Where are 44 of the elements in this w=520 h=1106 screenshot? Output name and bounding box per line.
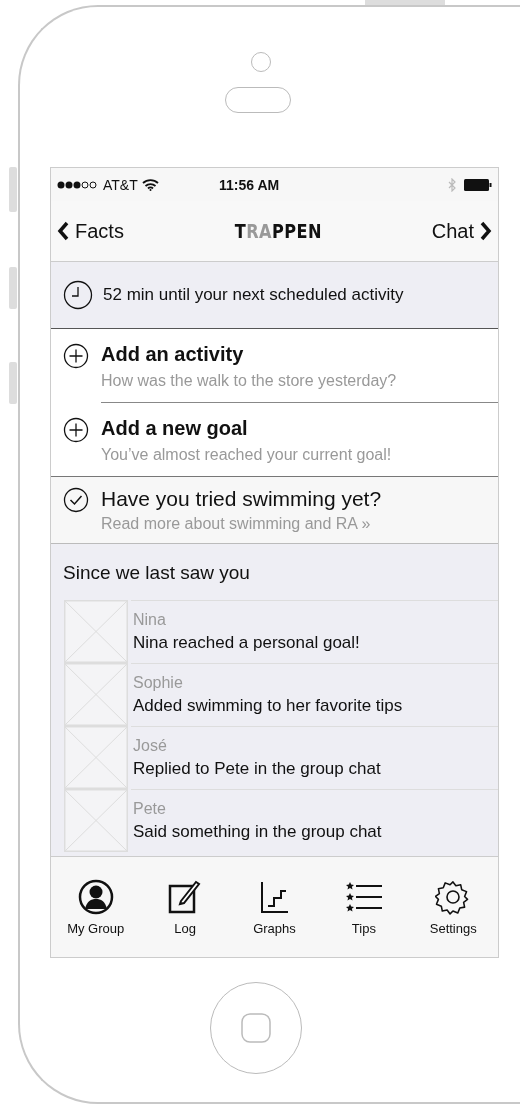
image-placeholder	[64, 789, 128, 852]
image-placeholder	[64, 663, 128, 726]
tab-item[interactable]: My Group	[55, 878, 136, 936]
tab-item[interactable]: Tips	[323, 878, 404, 936]
chat-button[interactable]: Chat	[431, 219, 492, 243]
row-subtitle: You’ve almost reached your current goal!	[101, 446, 393, 464]
tab-item[interactable]: Log	[145, 878, 226, 936]
activity-text: Nina reached a personal goal!	[133, 633, 361, 653]
person-name: Sophie	[133, 674, 184, 692]
person-name: José	[133, 737, 168, 755]
row-title: Add a new goal	[101, 417, 249, 440]
tab-item[interactable]: Settings	[413, 878, 494, 936]
square-icon	[241, 1013, 271, 1043]
row-title: Add an activity	[101, 343, 245, 366]
tip-row[interactable]: Have you tried swimming yet? Read more about swimming and RA »	[51, 476, 498, 544]
chevron-right-icon	[480, 221, 492, 241]
carrier-name: AT&T	[103, 176, 138, 193]
person-name: Nina	[133, 611, 167, 629]
chevron-left-icon	[57, 221, 69, 241]
app-logo: TRAPPEN	[234, 220, 322, 242]
activity-text: Replied to Pete in the group chat	[133, 759, 382, 779]
clock-icon	[63, 280, 93, 310]
section-title: Since we last saw you	[62, 561, 251, 585]
row-subtitle: How was the walk to the store yesterday?	[101, 372, 398, 390]
plus-circle-icon	[63, 343, 89, 369]
plus-circle-icon	[63, 417, 89, 443]
image-placeholder	[64, 726, 128, 789]
bluetooth-icon	[448, 177, 456, 192]
back-button[interactable]: Facts	[57, 219, 124, 243]
banner-text: 52 min until your next scheduled activity	[103, 285, 404, 305]
activity-text: Said something in the group chat	[133, 822, 383, 842]
person-circle-icon	[77, 878, 114, 915]
wifi-icon	[141, 178, 159, 191]
tab-item[interactable]: Graphs	[234, 878, 315, 936]
activity-text: Added swimming to her favorite tips	[133, 696, 404, 716]
signal-icon	[57, 180, 99, 189]
battery-icon	[464, 178, 492, 191]
image-placeholder	[64, 600, 128, 663]
person-name: Pete	[133, 800, 167, 818]
action-row[interactable]: Add an activity How was the walk to the store yesterday?	[51, 329, 498, 403]
row-title: Have you tried swimming yet?	[101, 487, 383, 511]
check-circle-icon	[63, 487, 89, 513]
clock-time: 11:56 AM	[218, 176, 281, 193]
action-row[interactable]: Add a new goal You’ve almost reached your current goal!	[51, 403, 498, 476]
